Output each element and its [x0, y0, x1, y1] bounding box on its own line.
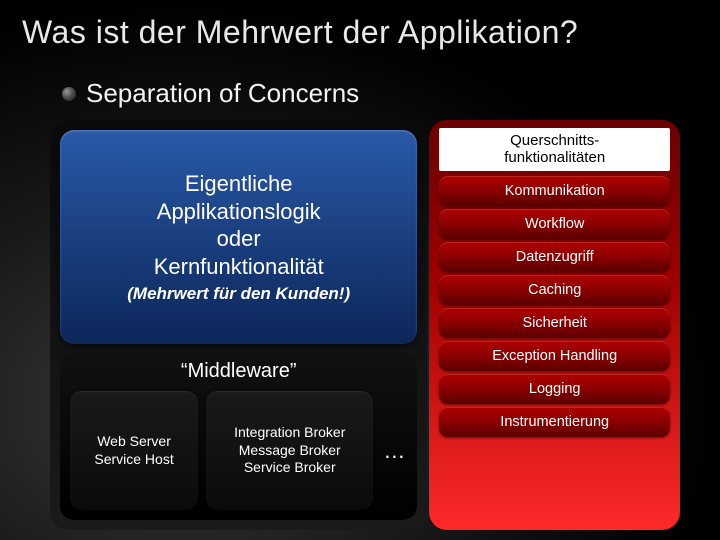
right-column: Querschnitts-funktionalitäten Kommunikat…	[429, 120, 680, 530]
ellipsis-icon: …	[381, 391, 407, 510]
middleware-item-broker: Integration BrokerMessage BrokerService …	[206, 391, 373, 510]
middleware-row: Web ServerService Host Integration Broke…	[70, 391, 407, 510]
core-line3: oder	[217, 226, 261, 251]
core-line1: Eigentliche	[185, 171, 293, 196]
pill-datenzugriff: Datenzugriff	[439, 242, 670, 272]
pill-kommunikation: Kommunikation	[439, 176, 670, 206]
pill-exception-handling: Exception Handling	[439, 341, 670, 371]
diagram-container: Eigentliche Applikationslogik oder Kernf…	[50, 120, 680, 530]
left-column: Eigentliche Applikationslogik oder Kernf…	[50, 120, 427, 530]
core-text: Eigentliche Applikationslogik oder Kernf…	[154, 170, 324, 280]
core-subtext: (Mehrwert für den Kunden!)	[127, 284, 350, 304]
pill-logging: Logging	[439, 374, 670, 404]
core-line2: Applikationslogik	[157, 199, 321, 224]
pill-caching: Caching	[439, 275, 670, 305]
crosscutting-header: Querschnitts-funktionalitäten	[439, 128, 670, 171]
pill-instrumentierung: Instrumentierung	[439, 407, 670, 437]
middleware-box: “Middleware” Web ServerService Host Inte…	[60, 352, 417, 520]
subtitle-text: Separation of Concerns	[86, 78, 359, 109]
subtitle-row: Separation of Concerns	[62, 78, 359, 109]
middleware-item-webserver: Web ServerService Host	[70, 391, 198, 510]
bullet-icon	[62, 87, 76, 101]
pill-sicherheit: Sicherheit	[439, 308, 670, 338]
pill-workflow: Workflow	[439, 209, 670, 239]
slide-title: Was ist der Mehrwert der Applikation?	[22, 14, 578, 51]
middleware-title: “Middleware”	[70, 360, 407, 383]
core-functionality-box: Eigentliche Applikationslogik oder Kernf…	[60, 130, 417, 344]
core-line4: Kernfunktionalität	[154, 254, 324, 279]
